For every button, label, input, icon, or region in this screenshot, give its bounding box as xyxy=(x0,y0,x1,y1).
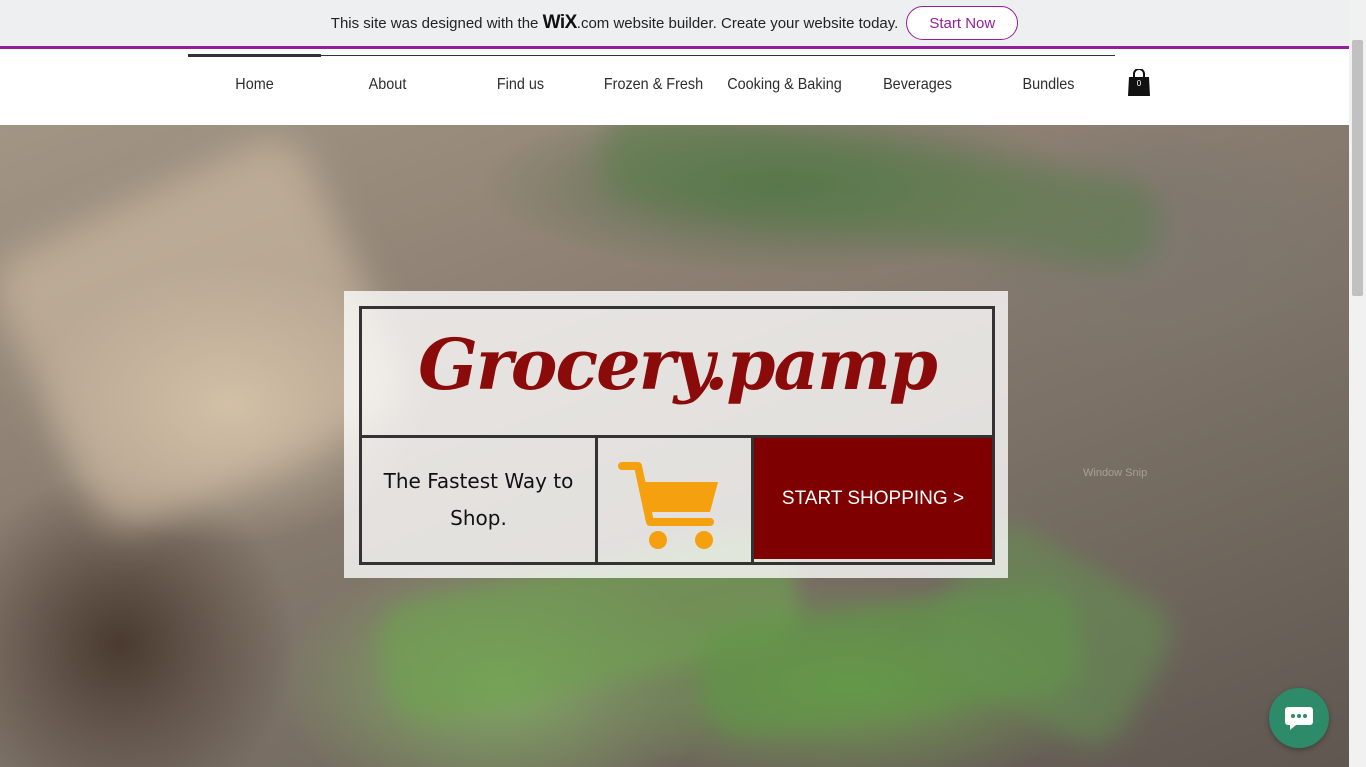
wix-logo: WiX xyxy=(542,12,578,33)
chat-bubble-icon xyxy=(1285,707,1313,730)
nav-divider xyxy=(188,55,1115,56)
window-snip-ghost-text: Window Snip xyxy=(1083,467,1148,479)
start-shopping-button[interactable]: START SHOPPING > xyxy=(754,438,992,559)
nav-item-beverages[interactable]: Beverages xyxy=(858,57,978,113)
nav-item-cooking-baking[interactable]: Cooking & Baking xyxy=(725,57,845,113)
wix-text-after: .com website builder. Create your websit… xyxy=(576,15,899,32)
tagline: The Fastest Way to Shop. xyxy=(362,438,598,562)
nav-item-bundles[interactable]: Bundles xyxy=(989,57,1109,113)
hero-card: Grocery.pamp The Fastest Way to Shop. ST… xyxy=(359,306,995,565)
cart-count: 0 xyxy=(1136,79,1142,88)
title-row: Grocery.pamp xyxy=(362,309,992,438)
site-title: Grocery.pamp xyxy=(418,323,938,406)
cart-illustration-cell xyxy=(598,438,754,562)
scrollbar-thumb[interactable] xyxy=(1352,40,1363,296)
nav-item-find-us[interactable]: Find us xyxy=(461,57,581,113)
main-nav: Home About Find us Frozen & Fresh Cookin… xyxy=(0,49,1349,125)
tagline-text: The Fastest Way to Shop. xyxy=(383,469,574,530)
nav-item-frozen-fresh[interactable]: Frozen & Fresh xyxy=(594,57,714,113)
wix-banner: This site was designed with the WiX.com … xyxy=(0,0,1349,49)
nav-item-home[interactable]: Home xyxy=(195,57,315,113)
cart-button[interactable]: 0 xyxy=(1128,68,1150,97)
wix-banner-text: This site was designed with the WiX.com … xyxy=(331,12,899,34)
shopping-cart-icon xyxy=(618,462,718,549)
chat-button[interactable] xyxy=(1269,688,1329,748)
nav-item-about[interactable]: About xyxy=(328,57,448,113)
wix-text-before: This site was designed with the xyxy=(330,15,539,32)
start-now-button[interactable]: Start Now xyxy=(906,6,1019,40)
